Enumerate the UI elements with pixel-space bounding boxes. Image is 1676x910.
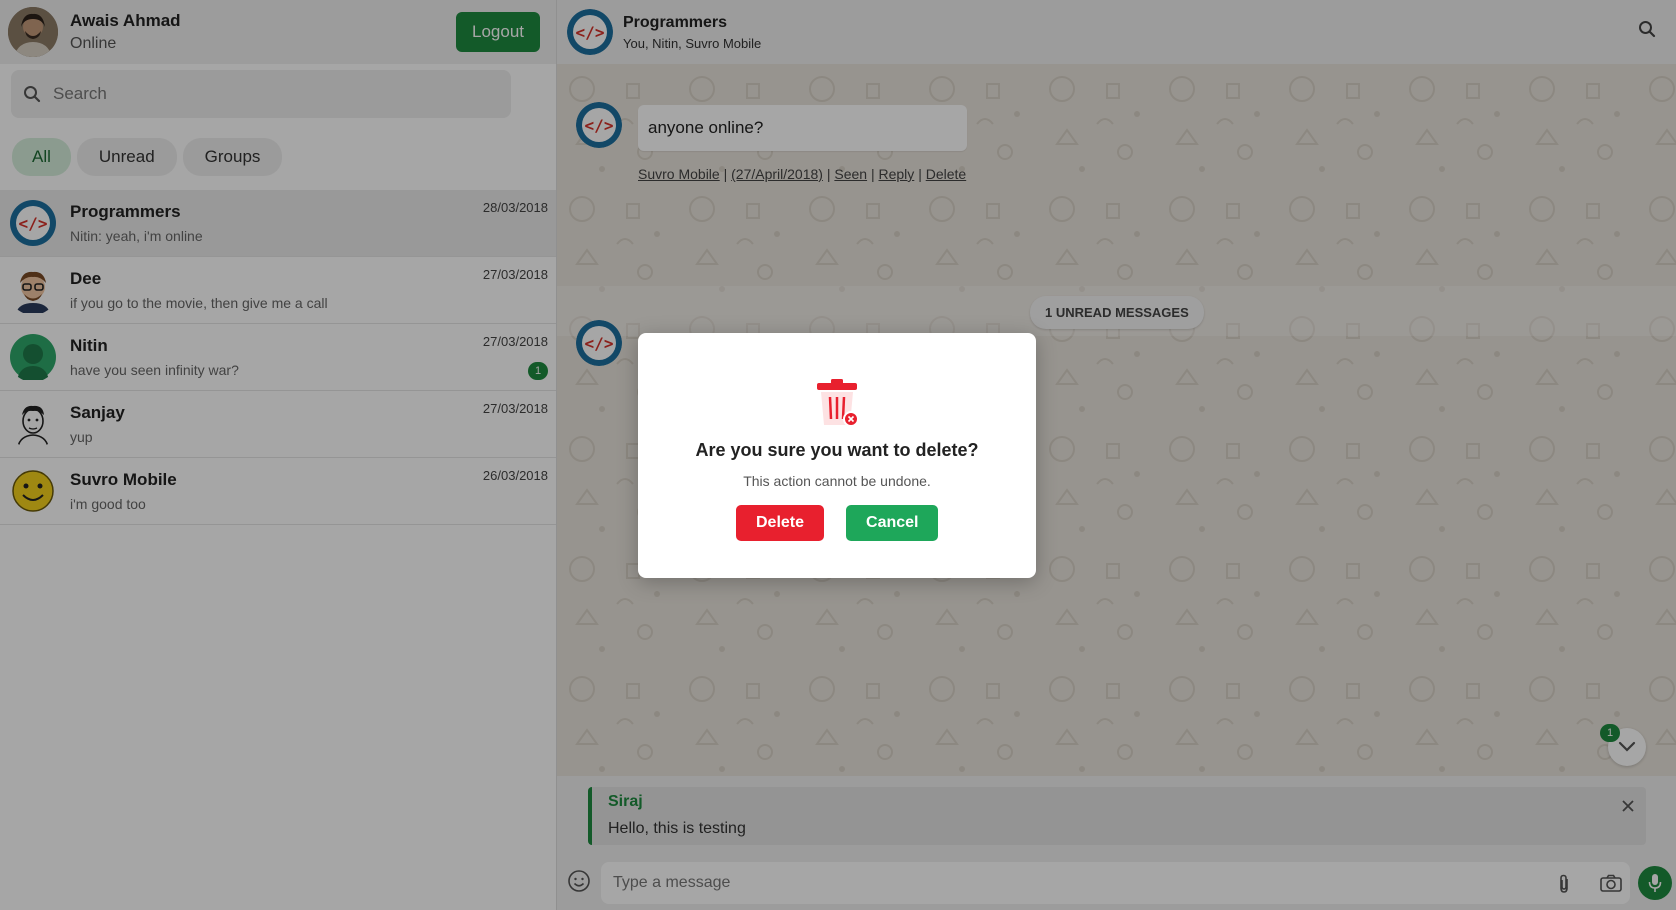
delete-confirm-dialog: Are you sure you want to delete? This ac… (638, 333, 1036, 578)
delete-button[interactable]: Delete (735, 505, 825, 541)
trash-icon (638, 377, 1036, 434)
dialog-subtext: This action cannot be undone. (743, 473, 931, 489)
cancel-button[interactable]: Cancel (846, 505, 939, 541)
dialog-question: Are you sure you want to delete? (695, 440, 979, 460)
